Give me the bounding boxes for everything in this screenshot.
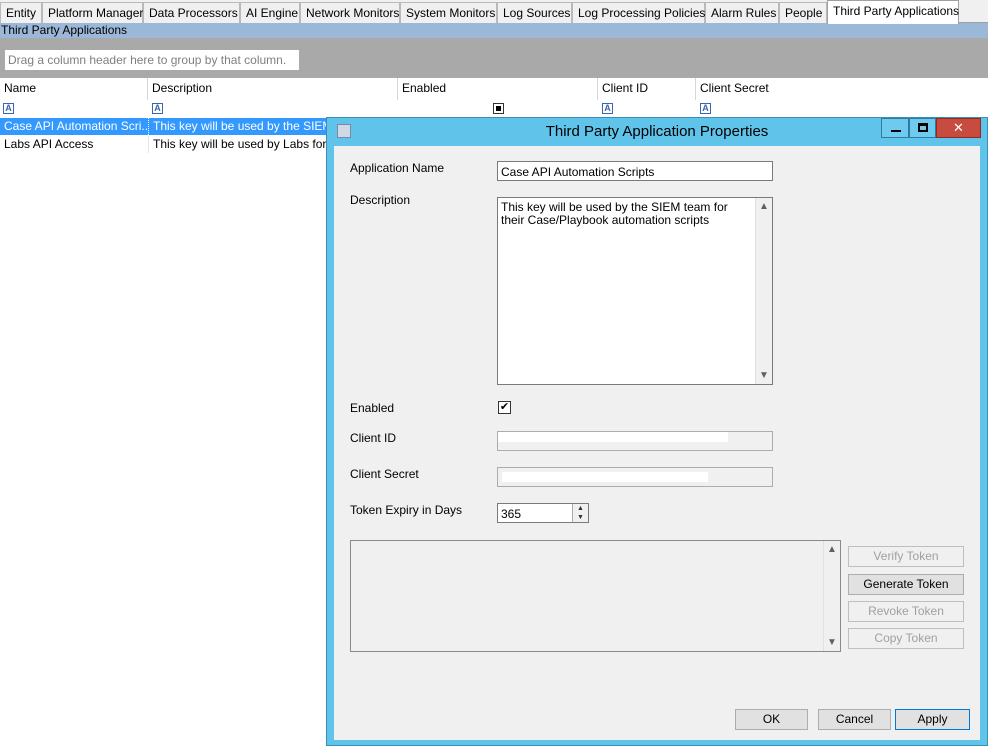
- filter-row: A A A A: [0, 100, 988, 118]
- maximize-icon: [918, 123, 928, 132]
- tab-log-sources[interactable]: Log Sources: [497, 2, 572, 23]
- row-description-cell: This key will be used by Labs for A: [148, 136, 328, 153]
- tab-people[interactable]: People: [779, 2, 827, 23]
- generate-token-button[interactable]: Generate Token: [848, 574, 964, 595]
- stepper-down-icon[interactable]: ▼: [573, 513, 588, 522]
- column-header-client-secret[interactable]: Client Secret: [696, 78, 988, 100]
- enabled-label: Enabled: [350, 401, 395, 415]
- token-expiry-stepper[interactable]: 365 ▲ ▼: [497, 503, 589, 523]
- grid-header: Name Description Enabled Client ID Clien…: [0, 78, 988, 101]
- stepper-up-icon[interactable]: ▲: [573, 504, 588, 513]
- tab-data-processors[interactable]: Data Processors: [143, 2, 240, 23]
- verify-token-button[interactable]: Verify Token: [848, 546, 964, 567]
- token-output-scrollbar[interactable]: ▲ ▼: [823, 541, 840, 651]
- description-label: Description: [350, 193, 411, 207]
- column-header-description[interactable]: Description: [148, 78, 398, 100]
- tab-alarm-rules[interactable]: Alarm Rules: [705, 2, 779, 23]
- tab-ai-engine[interactable]: AI Engine: [240, 2, 300, 23]
- client-secret-field[interactable]: [497, 467, 773, 487]
- group-by-placeholder: Drag a column header here to group by th…: [5, 50, 299, 70]
- section-title: Third Party Applications: [0, 23, 988, 38]
- tab-bar: Entity Platform Manager Data Processors …: [0, 0, 988, 24]
- token-output-area[interactable]: ▲ ▼: [350, 540, 841, 652]
- enabled-checkbox[interactable]: ✔: [498, 401, 511, 414]
- scroll-down-icon[interactable]: ▼: [756, 367, 772, 384]
- application-name-field[interactable]: Case API Automation Scripts: [497, 161, 773, 181]
- properties-dialog: Third Party Application Properties ✕ App…: [326, 117, 988, 746]
- dialog-body: Application Name Case API Automation Scr…: [334, 146, 980, 740]
- description-scrollbar[interactable]: ▲ ▼: [755, 198, 772, 384]
- redacted-value: [502, 472, 708, 482]
- scroll-up-icon[interactable]: ▲: [756, 198, 772, 215]
- filter-icon[interactable]: A: [602, 103, 613, 114]
- tab-log-processing-policies[interactable]: Log Processing Policies: [572, 2, 705, 23]
- tab-system-monitors[interactable]: System Monitors: [400, 2, 497, 23]
- maximize-button[interactable]: [909, 118, 936, 138]
- close-icon: ✕: [953, 120, 964, 135]
- tab-entity[interactable]: Entity: [0, 2, 42, 23]
- description-field[interactable]: This key will be used by the SIEM team f…: [497, 197, 773, 385]
- checkmark-icon: ✔: [499, 401, 510, 413]
- tab-platform-manager[interactable]: Platform Manager: [42, 2, 143, 23]
- stepper-buttons[interactable]: ▲ ▼: [572, 504, 588, 522]
- dialog-titlebar[interactable]: Third Party Application Properties ✕: [327, 118, 987, 146]
- row-name-cell: Case API Automation Scri...: [4, 119, 148, 133]
- apply-button[interactable]: Apply: [895, 709, 970, 730]
- client-id-label: Client ID: [350, 431, 397, 445]
- filter-icon[interactable]: A: [152, 103, 163, 114]
- row-description-cell: This key will be used by the SIEM: [148, 118, 328, 135]
- token-expiry-value: 365: [501, 507, 522, 521]
- column-header-enabled[interactable]: Enabled: [398, 78, 598, 100]
- scroll-up-icon[interactable]: ▲: [824, 541, 840, 558]
- token-expiry-label: Token Expiry in Days: [350, 503, 463, 517]
- copy-token-button[interactable]: Copy Token: [848, 628, 964, 649]
- minimize-icon: [891, 130, 901, 132]
- group-by-panel[interactable]: Drag a column header here to group by th…: [0, 38, 988, 78]
- ok-button[interactable]: OK: [735, 709, 808, 730]
- minimize-button[interactable]: [881, 118, 909, 138]
- enabled-filter-checkbox[interactable]: [493, 103, 504, 114]
- tab-network-monitors[interactable]: Network Monitors: [300, 2, 400, 23]
- cancel-button[interactable]: Cancel: [818, 709, 891, 730]
- column-header-name[interactable]: Name: [0, 78, 148, 100]
- redacted-value: [498, 432, 728, 442]
- application-name-label: Application Name: [350, 161, 445, 175]
- close-button[interactable]: ✕: [936, 118, 981, 138]
- row-name-cell: Labs API Access: [4, 137, 94, 151]
- description-text: This key will be used by the SIEM team f…: [501, 200, 728, 227]
- column-header-client-id[interactable]: Client ID: [598, 78, 696, 100]
- scroll-down-icon[interactable]: ▼: [824, 634, 840, 651]
- revoke-token-button[interactable]: Revoke Token: [848, 601, 964, 622]
- filter-icon[interactable]: A: [700, 103, 711, 114]
- client-secret-label: Client Secret: [350, 467, 419, 481]
- client-id-field[interactable]: [497, 431, 773, 451]
- tab-third-party-applications[interactable]: Third Party Applications: [827, 0, 959, 24]
- filter-icon[interactable]: A: [3, 103, 14, 114]
